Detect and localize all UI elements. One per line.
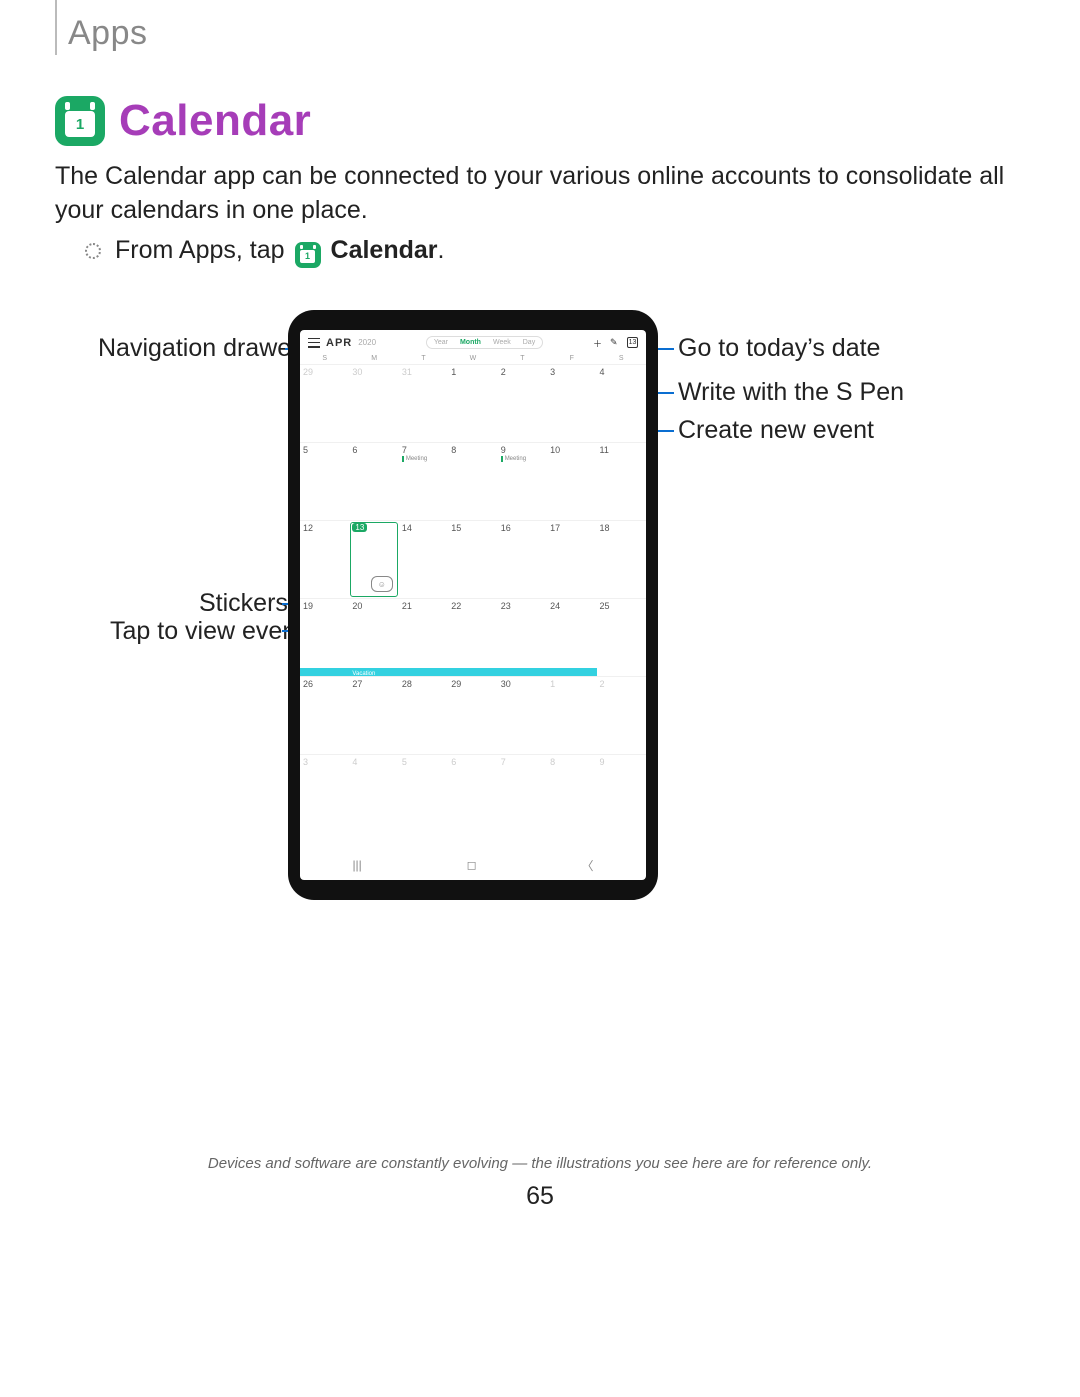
calendar-topbar: APR 2020 YearMonthWeekDay ＋ ✎ 13 [300,330,646,353]
intro-paragraph: The Calendar app can be connected to you… [55,160,1025,228]
calendar-cell[interactable]: 21 [399,598,448,676]
calendar-cell[interactable]: 1 [547,676,596,754]
view-segmented-control[interactable]: YearMonthWeekDay [426,336,543,349]
today-icon[interactable]: 13 [627,337,638,348]
callout-tap-event: Tap to view event [110,617,303,646]
calendar-cell[interactable]: 2 [498,364,547,442]
android-navbar[interactable]: ||| ◻ 〈 [300,850,646,880]
step-app-name: Calendar [331,236,438,264]
calendar-cell[interactable]: 7 [498,754,547,832]
day-of-week-row: SMTWTFS [300,353,646,364]
calendar-cell[interactable]: 15 [448,520,497,598]
section-label: Apps [68,14,148,53]
calendar-cell[interactable]: 31 [399,364,448,442]
calendar-cell[interactable]: 26 [300,676,349,754]
calendar-cell[interactable]: 3 [547,364,596,442]
sticker-icon[interactable]: ☺ [371,576,393,592]
view-option-month[interactable]: Month [455,338,486,347]
calendar-cell[interactable]: 9 [597,754,646,832]
calendar-cell[interactable]: 4 [349,754,398,832]
calendar-cell[interactable]: 16 [498,520,547,598]
calendar-icon-day: 1 [65,111,95,137]
event-bar[interactable]: Vacation [349,668,398,676]
step-suffix: . [438,236,445,264]
calendar-cell[interactable]: 30 [349,364,398,442]
dow-label: S [300,355,349,362]
calendar-cell[interactable]: 11 [597,442,646,520]
calendar-cell[interactable]: 29 [448,676,497,754]
back-icon[interactable]: 〈 [582,857,594,874]
plus-icon[interactable]: ＋ [593,337,604,348]
step-text-prefix: From Apps, tap [115,236,285,265]
inline-icon-day: 1 [300,250,315,263]
dow-label: S [597,355,646,362]
calendar-cell[interactable]: 5 [399,754,448,832]
calendar-cell[interactable]: 25 [597,598,646,676]
calendar-cell[interactable]: 18 [597,520,646,598]
calendar-cell[interactable]: 30 [498,676,547,754]
event-bar[interactable] [547,668,596,676]
callout-create: Create new event [678,416,874,445]
title-row: 1 Calendar [55,96,311,146]
calendar-cell[interactable]: 12 [300,520,349,598]
calendar-cell[interactable]: 5 [300,442,349,520]
pen-icon[interactable]: ✎ [610,337,621,348]
home-icon[interactable]: ◻ [467,858,477,872]
dow-label: F [547,355,596,362]
month-grid[interactable]: 2930311234567Meeting89Meeting10111213☺14… [300,364,646,829]
step-row: From Apps, tap 1 Calendar. [85,236,444,265]
calendar-cell[interactable]: 6 [349,442,398,520]
month-label: APR [326,337,352,349]
dow-label: M [349,355,398,362]
calendar-cell[interactable]: 8 [448,442,497,520]
calendar-cell[interactable]: 23 [498,598,547,676]
calendar-cell[interactable]: 28 [399,676,448,754]
calendar-cell[interactable]: 22 [448,598,497,676]
callout-nav-drawer: Navigation drawer [98,334,300,363]
callout-stickers: Stickers [199,589,288,618]
dow-label: W [448,355,497,362]
calendar-cell[interactable]: 6 [448,754,497,832]
dow-label: T [498,355,547,362]
calendar-cell[interactable]: 20Vacation [349,598,398,676]
calendar-cell[interactable]: 29 [300,364,349,442]
calendar-cell[interactable]: 1 [448,364,497,442]
event-bar[interactable] [448,668,497,676]
hamburger-icon[interactable] [308,338,320,348]
callout-spen: Write with the S Pen [678,378,904,407]
footer-note: Devices and software are constantly evol… [0,1155,1080,1172]
calendar-app-icon: 1 [55,96,105,146]
callout-today: Go to today’s date [678,334,880,363]
calendar-cell[interactable]: 10 [547,442,596,520]
page-number: 65 [0,1182,1080,1211]
view-option-year[interactable]: Year [429,338,453,347]
header-rule [55,0,57,55]
calendar-cell[interactable]: 9Meeting [498,442,547,520]
bullet-icon [85,243,101,259]
calendar-inline-icon: 1 [295,242,321,268]
calendar-cell[interactable]: 24 [547,598,596,676]
calendar-cell[interactable]: 17 [547,520,596,598]
calendar-cell[interactable]: 14 [399,520,448,598]
year-label: 2020 [358,338,376,347]
calendar-cell[interactable]: 27 [349,676,398,754]
view-option-week[interactable]: Week [488,338,516,347]
event-bar[interactable] [300,668,349,676]
view-option-day[interactable]: Day [518,338,540,347]
recents-icon[interactable]: ||| [352,858,361,872]
calendar-cell[interactable]: 19 [300,598,349,676]
calendar-cell[interactable]: 7Meeting [399,442,448,520]
page-title: Calendar [119,96,311,146]
tablet-screen: APR 2020 YearMonthWeekDay ＋ ✎ 13 SMTWTFS… [300,330,646,880]
calendar-cell[interactable]: 3 [300,754,349,832]
tablet-frame: APR 2020 YearMonthWeekDay ＋ ✎ 13 SMTWTFS… [288,310,658,900]
calendar-cell[interactable]: 2 [597,676,646,754]
event-bar[interactable] [498,668,547,676]
dow-label: T [399,355,448,362]
calendar-cell[interactable]: 4 [597,364,646,442]
calendar-cell[interactable]: 13☺ [349,520,398,598]
calendar-cell[interactable]: 8 [547,754,596,832]
event-bar[interactable] [399,668,448,676]
